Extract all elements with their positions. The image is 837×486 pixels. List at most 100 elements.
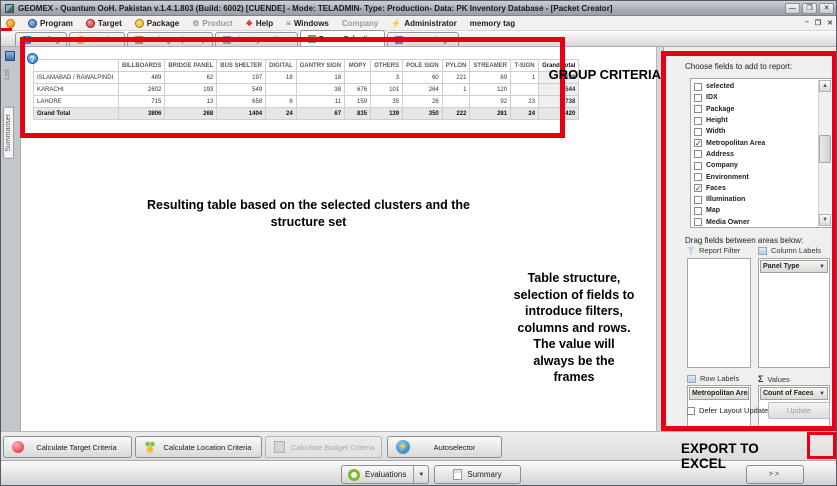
menu-item-help[interactable]: ❖Help <box>246 19 274 28</box>
pivot-cell: 1 <box>511 72 539 84</box>
window-title: GEOMEX - Quantum OoH. Pakistan v.1.4.1.8… <box>18 4 612 13</box>
field-checkbox[interactable] <box>694 94 702 102</box>
field-checkbox[interactable] <box>694 128 702 136</box>
autoselector-bolt-icon: ⚡ <box>396 440 410 454</box>
pivot-table: BILLBOARDSBRIDGE PANELBUS SHELTERDIGITAL… <box>33 59 579 120</box>
calculate-target-criteria-button[interactable]: Calculate Target Criteria <box>3 436 132 458</box>
menu-item-windows[interactable]: ≡Windows <box>286 19 329 28</box>
pivot-cell: 24 <box>511 108 539 120</box>
field-dropdown-metropolitan-area[interactable]: Metropolitan Area▼ <box>689 387 749 400</box>
field-checkbox[interactable]: ✓ <box>694 184 702 192</box>
field-item-address[interactable]: Address <box>694 149 816 160</box>
field-checkbox[interactable] <box>694 150 702 158</box>
report-filter-area[interactable] <box>687 258 751 368</box>
field-checkbox[interactable] <box>694 196 702 204</box>
pivot-cell: 281 <box>470 108 511 120</box>
vertical-tab-list[interactable]: List <box>4 69 11 80</box>
summary-doc-icon <box>453 469 462 480</box>
field-item-illumination[interactable]: Illumination <box>694 194 816 205</box>
restore-button[interactable]: ❐ <box>802 3 817 14</box>
scrollbar-thumb[interactable] <box>819 135 831 163</box>
location-tab-icon <box>77 36 85 44</box>
field-item-selected[interactable]: selected <box>694 81 816 92</box>
evaluations-button[interactable]: Evaluations ▼ <box>341 465 429 484</box>
field-item-company[interactable]: Company <box>694 160 816 171</box>
field-item-metropolitan-area[interactable]: ✓Metropolitan Area <box>694 137 816 148</box>
field-checkbox[interactable] <box>694 105 702 113</box>
field-item-height[interactable]: Height <box>694 115 816 126</box>
column-labels-area[interactable]: Panel Type▼ <box>758 258 830 368</box>
program-icon <box>28 19 37 28</box>
field-item-package[interactable]: Package <box>694 104 816 115</box>
tab-packages-7-499-[interactable]: Packages (7.499) <box>127 32 213 46</box>
pivot-cell: 676 <box>345 84 371 96</box>
field-checkbox[interactable] <box>694 117 702 125</box>
field-checkbox[interactable] <box>694 218 702 226</box>
close-button[interactable]: ✕ <box>819 3 834 14</box>
target-sphere-icon <box>12 441 24 453</box>
annotation-export-to-excel: EXPORT TO EXCEL <box>681 441 807 471</box>
tab-sites-by-attribute[interactable]: Sites by Attribute <box>215 32 298 46</box>
pivot-column-header: GANTRY SIGN <box>296 60 344 72</box>
field-item-width[interactable]: Width <box>694 126 816 137</box>
field-item-idx[interactable]: IDX <box>694 92 816 103</box>
window-controls: — ❐ ✕ <box>785 3 834 14</box>
menu-item-target[interactable]: Target <box>86 19 122 28</box>
drag-areas-hint: Drag fields between areas below: <box>685 236 803 245</box>
scroll-up-icon[interactable]: ▲ <box>819 80 831 92</box>
summary-button[interactable]: Summary <box>434 465 521 484</box>
field-checkbox[interactable]: ✓ <box>694 139 702 147</box>
pivot-column-header: BUS SHELTER <box>217 60 266 72</box>
tab-frame-selection[interactable]: Frame Selection <box>300 30 385 46</box>
calculate-location-criteria-button[interactable]: Calculate Location Criteria <box>135 436 262 458</box>
field-label: Company <box>706 162 738 169</box>
tab-location[interactable]: Location <box>69 32 124 46</box>
scroll-down-icon[interactable]: ▼ <box>819 214 831 226</box>
defer-layout-checkbox[interactable] <box>687 407 695 415</box>
pivot-cell: 120 <box>470 84 511 96</box>
field-list-scrollbar[interactable]: ▲ ▼ <box>818 80 831 226</box>
mdi-close-button[interactable]: ✕ <box>827 19 833 27</box>
menu-item-product[interactable]: ⚙Product <box>192 19 232 28</box>
location-calc-icon <box>144 441 156 453</box>
menu-item-package[interactable]: Package <box>135 19 179 28</box>
field-item-media-owner[interactable]: Media Owner <box>694 217 816 228</box>
field-item-faces[interactable]: ✓Faces <box>694 183 816 194</box>
menu-item-memory-tag[interactable]: memory tag <box>470 19 515 28</box>
mdi-minimize-button[interactable]: – <box>805 19 809 27</box>
menu-item-app[interactable] <box>6 19 15 28</box>
autoselector-button[interactable]: ⚡Autoselector <box>387 436 502 458</box>
field-checkbox[interactable] <box>694 207 702 215</box>
mdi-restore-button[interactable]: ❐ <box>815 19 821 27</box>
menu-item-administrator[interactable]: ⚡Administrator <box>391 19 456 28</box>
row-labels-icon <box>687 375 696 383</box>
packages-tab-icon <box>135 36 143 44</box>
chevron-down-icon[interactable]: ▼ <box>413 466 424 483</box>
pivot-cell: 62 <box>165 72 217 84</box>
tab-briefing[interactable]: Briefing <box>15 32 67 46</box>
calculate-budget-criteria-button[interactable]: Calculate Budget Criteria <box>265 436 382 458</box>
pivot-column-header: PYLON <box>442 60 470 72</box>
pivot-column-header: MOPY <box>345 60 371 72</box>
field-item-map[interactable]: Map <box>694 205 816 216</box>
pivot-cell: 23 <box>511 96 539 108</box>
field-item-environment[interactable]: Environment <box>694 171 816 182</box>
titlebar: GEOMEX - Quantum OoH. Pakistan v.1.4.1.8… <box>1 1 837 16</box>
pivot-column-header: DIGITAL <box>266 60 297 72</box>
menu-item-company[interactable]: Company <box>342 19 378 28</box>
menu-item-program[interactable]: Program <box>28 19 73 28</box>
field-label: Width <box>706 128 725 135</box>
vertical-tab-summariser[interactable]: Summariser <box>3 107 14 159</box>
field-checkbox[interactable] <box>694 162 702 170</box>
field-checkbox[interactable] <box>694 173 702 181</box>
field-dropdown-panel-type[interactable]: Panel Type▼ <box>760 260 828 273</box>
help-icon[interactable]: ? <box>27 53 38 64</box>
pivot-cell: 18 <box>266 72 297 84</box>
field-dropdown-count-of-faces[interactable]: Count of Faces▼ <box>760 387 828 400</box>
tab-geo-package[interactable]: Geo Package <box>387 32 459 46</box>
field-checkbox[interactable] <box>694 83 702 91</box>
menu-item-target-label: Target <box>98 19 122 28</box>
tab-label: Packages (7.499) <box>146 35 205 44</box>
minimize-button[interactable]: — <box>785 3 800 14</box>
update-button[interactable]: Update <box>768 402 830 419</box>
